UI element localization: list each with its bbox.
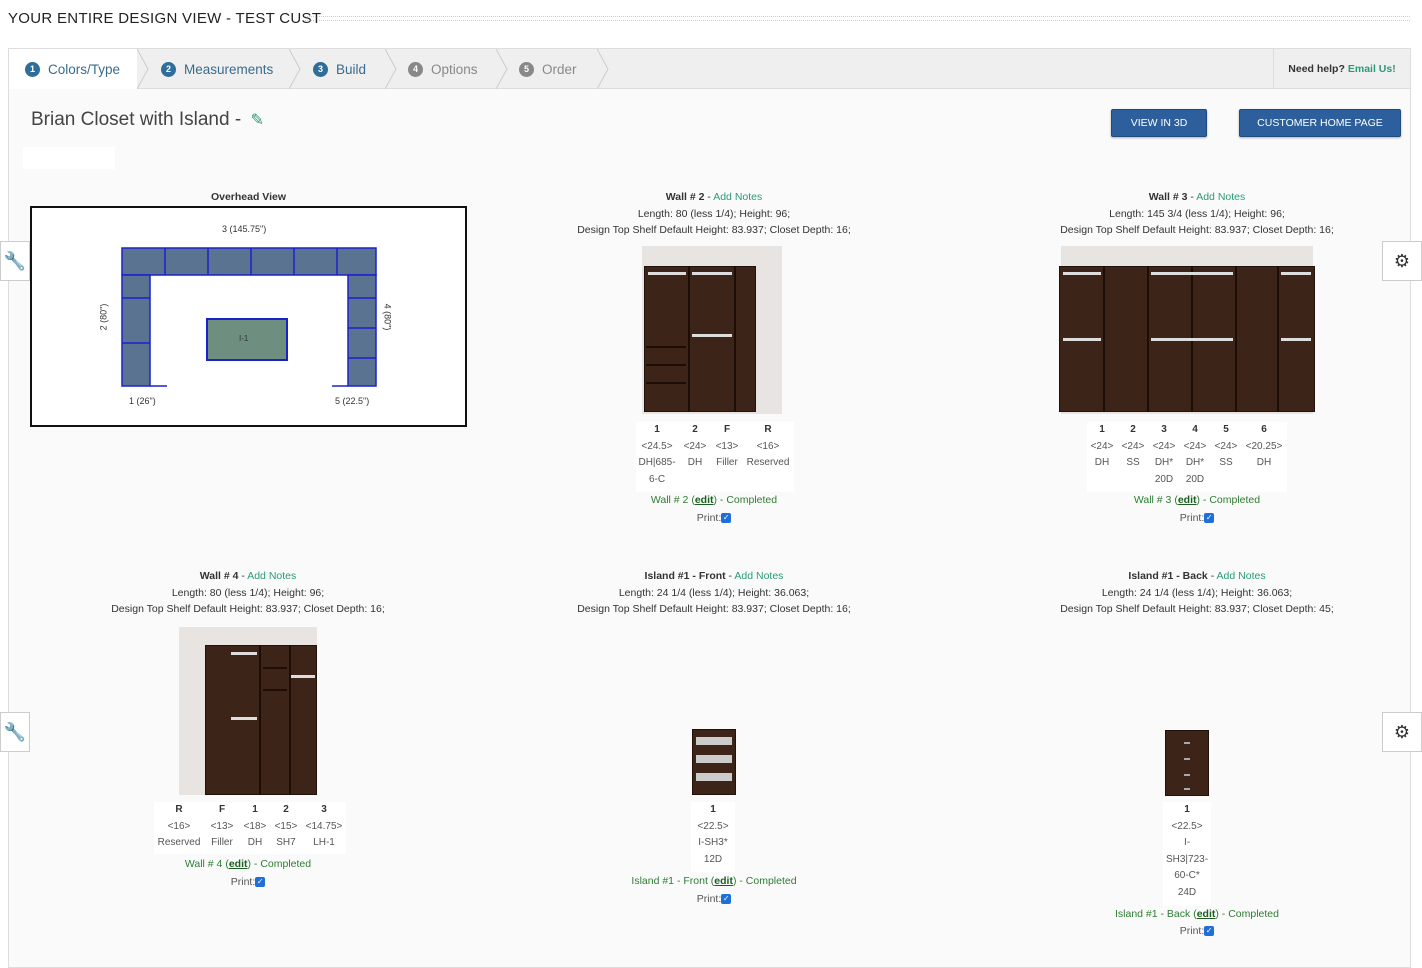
island-back-image[interactable]: [1165, 730, 1209, 796]
wrench-icon[interactable]: 🔧: [0, 241, 30, 281]
island-front-print: Print: ✓: [696, 893, 732, 905]
island-back-legend: 1 <22.5> I- SH3|723- 60-C* 24D: [1163, 802, 1211, 906]
step-separator-icon: [137, 49, 149, 89]
wall-2-edit-link[interactable]: edit: [695, 494, 714, 506]
wrench-icon[interactable]: 🔧: [0, 712, 30, 752]
gears-icon[interactable]: ⚙: [1382, 241, 1422, 281]
wall-4-header: Wall # 4 - Add Notes Length: 80 (less 1/…: [111, 570, 385, 615]
add-notes-link[interactable]: Add Notes: [713, 191, 762, 203]
step-label: Build: [336, 61, 367, 77]
wall-3-status: Wall # 3 (edit) - Completed: [1133, 494, 1261, 506]
step-colors-type[interactable]: 1 Colors/Type: [9, 49, 137, 89]
step-label: Options: [431, 61, 478, 77]
island-back-print: Print: ✓: [1179, 925, 1215, 937]
pencil-icon[interactable]: ✎: [250, 110, 263, 130]
add-notes-link[interactable]: Add Notes: [1196, 191, 1245, 203]
overhead-label-bottom-right: 5 (22.5"): [335, 396, 370, 406]
step-number: 1: [25, 61, 40, 77]
design-title: Brian Closet with Island - ✎: [31, 109, 264, 131]
overhead-label-bottom-left: 1 (26"): [129, 396, 156, 406]
overhead-label-left: 2 (80"): [98, 303, 109, 331]
step-label: Order: [542, 61, 577, 77]
step-number: 4: [408, 61, 423, 77]
island-back-header: Island #1 - Back - Add Notes Length: 24 …: [1060, 570, 1334, 615]
print-checkbox[interactable]: ✓: [721, 513, 732, 524]
wall-4-status: Wall # 4 (edit) - Completed: [184, 858, 312, 870]
wall-2-header: Wall # 2 - Add Notes Length: 80 (less 1/…: [577, 191, 851, 236]
design-name: Brian Closet with Island -: [31, 109, 242, 130]
island-front-status: Island #1 - Front (edit) - Completed: [631, 875, 797, 887]
print-checkbox[interactable]: ✓: [1204, 926, 1215, 937]
customer-home-page-button[interactable]: CUSTOMER HOME PAGE: [1239, 109, 1401, 137]
help-text: Need help?: [1288, 63, 1345, 75]
island-back-status: Island #1 - Back (edit) - Completed: [1114, 908, 1279, 920]
step-number: 5: [519, 61, 534, 77]
step-separator-icon: [385, 49, 397, 89]
print-checkbox[interactable]: ✓: [255, 877, 266, 888]
step-number: 2: [161, 61, 176, 77]
wall-3-image[interactable]: [1059, 246, 1315, 414]
island-front-image[interactable]: [692, 729, 736, 795]
step-separator-icon: [496, 49, 508, 89]
island-label: I-1: [239, 334, 249, 343]
step-options[interactable]: 4 Options: [396, 49, 496, 89]
steps-bar: 1 Colors/Type 2 Measurements 3 Build 4 O…: [9, 49, 1410, 89]
island-front-legend: 1 <22.5> I-SH3* 12D: [691, 802, 735, 872]
design-frame: 1 Colors/Type 2 Measurements 3 Build 4 O…: [8, 48, 1411, 968]
island-front-edit-link[interactable]: edit: [714, 875, 733, 887]
help-box: Need help? Email Us!: [1273, 49, 1410, 89]
wall-4-print: Print: ✓: [230, 876, 266, 888]
add-notes-link[interactable]: Add Notes: [247, 570, 296, 582]
overhead-view: 3 (145.75") 2 (80") 4 (80") 1 (26") 5 (2…: [30, 206, 467, 427]
step-order[interactable]: 5 Order: [507, 49, 597, 89]
step-separator-icon: [597, 49, 609, 89]
step-label: Measurements: [184, 61, 274, 77]
wall-2-status: Wall # 2 (edit) - Completed: [650, 494, 778, 506]
page-title: YOUR ENTIRE DESIGN VIEW - TEST CUST: [8, 10, 322, 27]
view-in-3d-button[interactable]: VIEW IN 3D: [1111, 109, 1207, 137]
overhead-view-title: Overhead View: [210, 191, 287, 203]
step-measurements[interactable]: 2 Measurements: [149, 49, 289, 89]
wall-2-legend: 1 <24.5> DH|685- 6-C 2 <24> DH F <13> Filler R <…: [636, 422, 794, 492]
add-notes-link[interactable]: Add Notes: [734, 570, 783, 582]
add-notes-link[interactable]: Add Notes: [1217, 570, 1266, 582]
wall-3-legend: 1 <24> DH 2 <24> SS 3 <24> DH* 20D 4 <24> DH* 20D …: [1087, 422, 1287, 492]
wall-2-image[interactable]: [642, 246, 782, 414]
overhead-diagram: [121, 247, 377, 387]
island-front-header: Island #1 - Front - Add Notes Length: 24…: [577, 570, 851, 615]
blank-field: [23, 147, 115, 169]
overhead-label-top: 3 (145.75"): [222, 224, 267, 234]
step-build[interactable]: 3 Build: [301, 49, 385, 89]
gears-icon[interactable]: ⚙: [1382, 712, 1422, 752]
overhead-label-right: 4 (80"): [382, 303, 393, 331]
wall-4-edit-link[interactable]: edit: [229, 858, 248, 870]
print-checkbox[interactable]: ✓: [1204, 513, 1215, 524]
wall-4-legend: R <16> Reserved F <13> Filler 1 <18> DH 2 <15> S…: [154, 802, 346, 854]
island-back-edit-link[interactable]: edit: [1197, 908, 1216, 920]
wall-4-image[interactable]: [179, 627, 317, 795]
step-number: 3: [313, 61, 328, 77]
wall-3-print: Print: ✓: [1179, 512, 1215, 524]
print-checkbox[interactable]: ✓: [721, 894, 732, 905]
email-us-link[interactable]: Email Us!: [1348, 63, 1396, 75]
wall-2-print: Print: ✓: [696, 512, 732, 524]
wall-3-header: Wall # 3 - Add Notes Length: 145 3/4 (le…: [1060, 191, 1334, 236]
step-label: Colors/Type: [48, 61, 121, 77]
wall-3-edit-link[interactable]: edit: [1178, 494, 1197, 506]
header-rule: [305, 16, 1410, 21]
step-separator-icon: [289, 49, 301, 89]
